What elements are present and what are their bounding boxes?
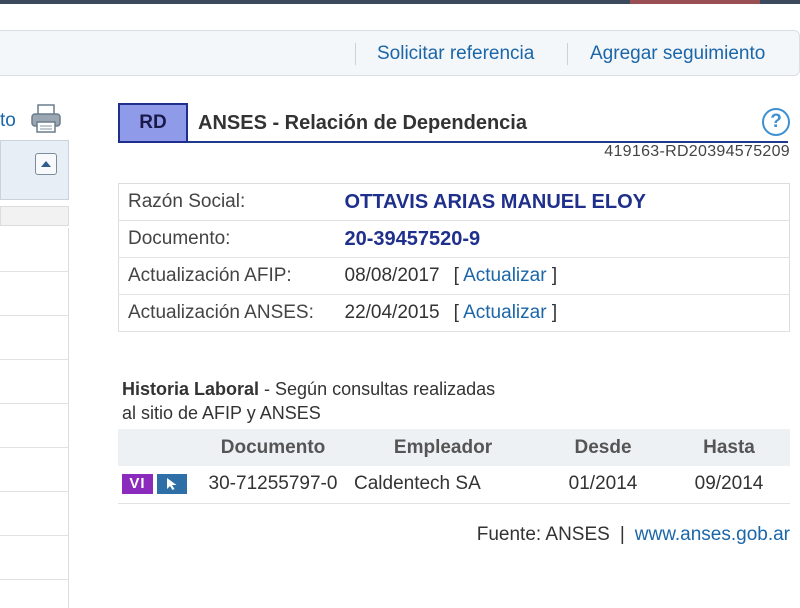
list-item[interactable]	[0, 404, 68, 448]
section-header: RD ANSES - Relación de Dependencia	[118, 103, 788, 143]
cell-hasta: 09/2014	[668, 466, 790, 504]
afip-update-cell: 08/08/2017 [ Actualizar ]	[335, 257, 790, 295]
action-toolbar: Solicitar referencia Agregar seguimiento	[0, 30, 800, 76]
work-history-title-bold: Historia Laboral	[122, 379, 260, 399]
list-item[interactable]	[0, 228, 68, 272]
table-row: Razón Social: OTTAVIS ARIAS MANUEL ELOY	[118, 183, 790, 221]
cell-desde: 01/2014	[538, 466, 668, 504]
top-bar-accent	[630, 0, 760, 4]
table-header-row: Documento Empleador Desde Hasta	[118, 429, 790, 466]
table-row: VI 30-71255797-0 Caldentech SA 01/2014 0…	[118, 466, 790, 504]
razon-social-value: OTTAVIS ARIAS MANUEL ELOY	[335, 183, 790, 221]
anses-website-link[interactable]: www.anses.gob.ar	[635, 524, 790, 545]
toolbar-divider	[567, 43, 568, 65]
row-actions-cell: VI	[118, 466, 198, 504]
bracket-open: [	[453, 265, 459, 286]
column-header-hasta: Hasta	[668, 429, 790, 466]
table-row: Actualización AFIP: 08/08/2017 [ Actualiz…	[118, 257, 790, 295]
list-item[interactable]	[0, 492, 68, 536]
list-item[interactable]	[0, 360, 68, 404]
cell-empleador: Caldentech SA	[348, 466, 538, 504]
left-panel-list	[0, 228, 69, 608]
collapse-up-icon[interactable]	[35, 153, 57, 175]
section-title: ANSES - Relación de Dependencia	[198, 112, 527, 134]
work-history-table: Documento Empleador Desde Hasta VI 30-71…	[118, 429, 790, 504]
bracket-open: [	[453, 302, 459, 323]
toolbar-divider	[355, 43, 356, 65]
request-reference-link[interactable]: Solicitar referencia	[377, 43, 534, 65]
left-panel-header	[0, 140, 69, 200]
cell-documento: 30-71255797-0	[198, 466, 348, 504]
afip-update-date: 08/08/2017	[344, 265, 440, 286]
bracket-close: ]	[551, 265, 558, 286]
documento-value: 20-39457520-9	[335, 220, 790, 258]
list-item[interactable]	[0, 536, 68, 580]
column-header-desde: Desde	[538, 429, 668, 466]
work-history-title-rest: - Según consultas realizadas	[259, 379, 496, 399]
printer-icon[interactable]	[30, 104, 62, 134]
anses-update-date: 22/04/2015	[344, 302, 440, 323]
person-info-table: Razón Social: OTTAVIS ARIAS MANUEL ELOY …	[118, 183, 790, 332]
source-label: Fuente: ANSES	[476, 524, 610, 545]
list-item[interactable]	[0, 316, 68, 360]
left-panel-subheader	[0, 206, 69, 226]
afip-update-link[interactable]: Actualizar	[463, 265, 546, 286]
rd-badge: RD	[118, 103, 188, 143]
table-row: Documento: 20-39457520-9	[118, 220, 790, 258]
anses-update-link[interactable]: Actualizar	[463, 302, 546, 323]
source-line: Fuente: ANSES | www.anses.gob.ar	[477, 524, 790, 546]
left-panel: to	[0, 100, 70, 608]
documento-label: Documento:	[118, 220, 336, 258]
source-separator: |	[619, 524, 625, 545]
cursor-arrow-icon[interactable]	[157, 474, 187, 495]
anses-update-cell: 22/04/2015 [ Actualizar ]	[335, 294, 790, 332]
column-header-documento: Documento	[198, 429, 348, 466]
table-row: Actualización ANSES: 22/04/2015 [ Actuali…	[118, 294, 790, 332]
column-header-empleador: Empleador	[348, 429, 538, 466]
record-code: 419163-RD20394575209	[604, 143, 790, 160]
help-icon[interactable]: ?	[762, 108, 790, 136]
work-history-title: Historia Laboral - Según consultas reali…	[122, 377, 495, 425]
list-item[interactable]	[0, 272, 68, 316]
work-history-subtitle: al sitio de AFIP y ANSES	[122, 403, 321, 423]
razon-social-label: Razón Social:	[118, 183, 336, 221]
list-item[interactable]	[0, 448, 68, 492]
column-header-actions	[118, 429, 198, 466]
bracket-close: ]	[551, 302, 558, 323]
anses-update-label: Actualización ANSES:	[118, 294, 336, 332]
vi-badge[interactable]: VI	[122, 474, 153, 495]
add-tracking-link[interactable]: Agregar seguimiento	[590, 43, 765, 65]
afip-update-label: Actualización AFIP:	[118, 257, 336, 295]
left-panel-partial-link[interactable]: to	[0, 110, 16, 132]
